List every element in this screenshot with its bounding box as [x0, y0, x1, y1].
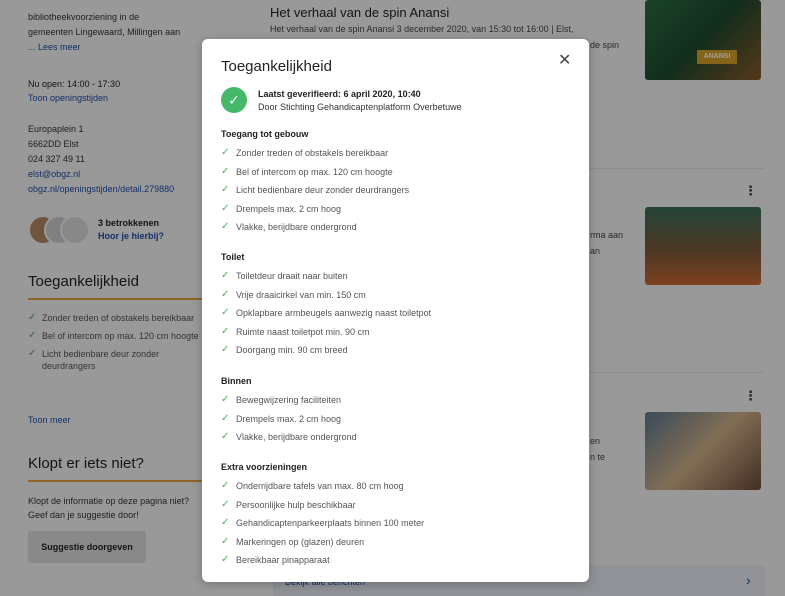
item-label: Drempels max. 2 cm hoog	[236, 203, 342, 214]
check-icon: ✓	[221, 307, 230, 318]
list-item: ✓ Drempels max. 2 cm hoog	[221, 203, 581, 222]
item-label: Persoonlijke hulp beschikbaar	[236, 499, 356, 510]
item-label: Vlakke, berijdbare ondergrond	[236, 432, 357, 442]
check-icon: ✓	[221, 184, 230, 195]
check-icon: ✓	[221, 147, 230, 158]
category-list: ✓ Zonder treden of obstakels bereikbaar ✓…	[221, 147, 581, 240]
category-entrance: Toegang tot gebouw ✓ Zonder treden of obs…	[221, 128, 581, 240]
verified-by: Door Stichting Gehandicaptenplatform Ove…	[258, 102, 462, 112]
category-list: ✓ Bewegwijzering faciliteiten ✓ Drempels m…	[221, 394, 581, 450]
check-icon: ✓	[221, 412, 230, 424]
modal-title: Toegankelijkheid	[221, 58, 332, 75]
check-icon: ✓	[221, 165, 230, 177]
list-item: ✓ Onderrijdbare tafels van max. 80 cm hoo…	[221, 480, 581, 499]
item-label: Vrije draaicirkel van min. 150 cm	[236, 289, 366, 300]
item-label: Vlakke, berijdbare ondergrond	[236, 222, 357, 232]
category-list: ✓ Onderrijdbare tafels van max. 80 cm hoo…	[221, 480, 581, 573]
category-toilet: Toilet ✓ Toiletdeur draait naar buiten ✓ V…	[221, 251, 581, 363]
list-item: ✓ Markeringen op (glazen) deuren	[221, 536, 581, 555]
item-label: Onderrijdbare tafels van max. 80 cm hoog	[236, 481, 404, 491]
item-label: Licht bedienbare deur zonder deurdranger…	[236, 185, 410, 195]
check-icon: ✓	[221, 535, 230, 547]
category-title: Binnen	[221, 376, 252, 386]
check-icon: ✓	[221, 394, 230, 405]
item-label: Bel of intercom op max. 120 cm hoogte	[236, 166, 393, 177]
item-label: Toiletdeur draait naar buiten	[236, 271, 348, 281]
check-icon: ✓	[221, 480, 230, 491]
list-item: ✓ Persoonlijke hulp beschikbaar	[221, 499, 581, 518]
list-item: ✓ Vlakke, berijdbare ondergrond	[221, 221, 581, 240]
list-item: ✓ Gehandicaptenparkeerplaats binnen 100 m…	[221, 517, 581, 536]
item-label: Markeringen op (glazen) deuren	[236, 536, 365, 547]
check-icon: ✓	[221, 270, 230, 281]
category-inside: Binnen ✓ Bewegwijzering faciliteiten ✓ Dre…	[221, 375, 581, 450]
category-title: Toegang tot gebouw	[221, 129, 309, 139]
accessibility-modal: ✕ Toegankelijkheid ✓ Laatst geverifieerd…	[202, 39, 589, 582]
list-item: ✓ Vrije draaicirkel van min. 150 cm	[221, 289, 581, 308]
check-icon: ✓	[221, 431, 230, 442]
check-icon: ✓	[221, 325, 230, 337]
list-item: ✓ Bewegwijzering faciliteiten	[221, 394, 581, 413]
check-icon: ✓	[221, 554, 230, 565]
item-label: Gehandicaptenparkeerplaats binnen 100 me…	[236, 518, 425, 528]
list-item: ✓ Bel of intercom op max. 120 cm hoogte	[221, 166, 581, 185]
check-icon: ✓	[221, 221, 230, 232]
item-label: Drempels max. 2 cm hoog	[236, 413, 342, 424]
list-item: ✓ Vlakke, berijdbare ondergrond	[221, 431, 581, 450]
verified-check-icon: ✓	[221, 87, 247, 113]
check-icon: ✓	[221, 288, 230, 300]
category-title: Toilet	[221, 252, 245, 262]
check-icon: ✓	[221, 202, 230, 214]
item-label: Bereikbaar pinapparaat	[236, 555, 330, 565]
check-icon: ✓	[221, 344, 230, 355]
close-icon[interactable]: ✕	[558, 50, 571, 70]
list-item: ✓ Bereikbaar pinapparaat	[221, 554, 581, 573]
category-list: ✓ Toiletdeur draait naar buiten ✓ Vrije dr…	[221, 270, 581, 363]
check-icon: ✓	[221, 517, 230, 528]
category-title: Extra voorzieningen	[221, 462, 308, 472]
item-label: Zonder treden of obstakels bereikbaar	[236, 148, 389, 158]
item-label: Opklapbare armbeugels aanwezig naast toi…	[236, 308, 432, 318]
check-icon: ✓	[221, 498, 230, 510]
item-label: Doorgang min. 90 cm breed	[236, 345, 348, 355]
list-item: ✓ Toiletdeur draait naar buiten	[221, 270, 581, 289]
item-label: Bewegwijzering faciliteiten	[236, 395, 342, 405]
verified-date: Laatst geverifieerd: 6 april 2020, 10:40	[258, 89, 421, 99]
item-label: Ruimte naast toiletpot min. 90 cm	[236, 326, 370, 337]
verification-info: ✓ Laatst geverifieerd: 6 april 2020, 10:…	[221, 87, 581, 117]
list-item: ✓ Ruimte naast toiletpot min. 90 cm	[221, 326, 581, 345]
list-item: ✓ Licht bedienbare deur zonder deurdrange…	[221, 184, 581, 203]
list-item: ✓ Doorgang min. 90 cm breed	[221, 344, 581, 363]
list-item: ✓ Zonder treden of obstakels bereikbaar	[221, 147, 581, 166]
list-item: ✓ Drempels max. 2 cm hoog	[221, 413, 581, 432]
list-item: ✓ Opklapbare armbeugels aanwezig naast to…	[221, 307, 581, 326]
category-extra: Extra voorzieningen ✓ Onderrijdbare tafel…	[221, 461, 581, 573]
